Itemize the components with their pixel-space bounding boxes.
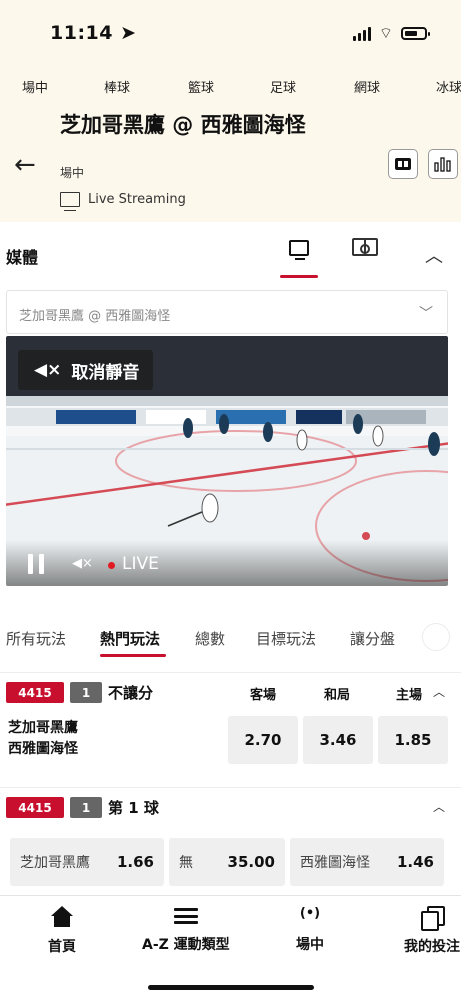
period-badge: 1 <box>70 682 102 703</box>
odds-button-away[interactable]: 2.70 <box>228 716 298 764</box>
sport-tab-live[interactable]: 場中 <box>22 77 48 96</box>
column-home: 主場 <box>396 688 423 703</box>
bet-type-tabs: 所有玩法 熱門玩法 總數 目標玩法 讓分盤 <box>0 620 461 664</box>
location-arrow-icon: ➤ <box>120 22 137 44</box>
option-label: 芝加哥黑鷹 <box>20 855 90 871</box>
home-indicator[interactable] <box>148 985 314 990</box>
sport-tab-hockey[interactable]: 冰球 <box>436 77 461 96</box>
home-icon <box>50 906 74 928</box>
live-dot-icon <box>108 562 115 569</box>
copy-icon <box>421 906 445 931</box>
nav-home[interactable]: 首頁 <box>48 906 76 956</box>
nav-my-bets-label: 我的投注 <box>404 939 460 955</box>
match-selector-value: 芝加哥黑鷹 @ 西雅圖海怪 <box>19 309 171 324</box>
sport-tab-baseball[interactable]: 棒球 <box>104 77 130 96</box>
chevron-up-icon[interactable]: ︿ <box>433 683 445 700</box>
period-badge: 1 <box>70 797 102 818</box>
market-header-moneyline[interactable]: 4415 1 不讓分 客場 和局 主場 ︿ <box>0 672 461 710</box>
menu-icon <box>173 906 198 926</box>
odds-button-seattle[interactable]: 西雅圖海怪 1.46 <box>290 838 444 886</box>
market-header-first-goal[interactable]: 4415 1 第 1 球 ︿ <box>0 787 461 825</box>
scoreboard-button[interactable] <box>388 149 418 179</box>
sport-tab-basketball[interactable]: 籃球 <box>188 77 214 96</box>
stats-button[interactable] <box>428 149 458 179</box>
column-away: 客場 <box>250 688 277 703</box>
home-team-name: 西雅圖海怪 <box>8 741 78 757</box>
option-label: 無 <box>179 855 193 871</box>
chevron-up-icon[interactable]: ︿ <box>425 242 443 268</box>
team-names: 芝加哥黑鷹 西雅圖海怪 <box>8 718 78 760</box>
muted-speaker-icon: ◀× <box>34 360 62 380</box>
media-section-header: 媒體 ︿ <box>0 222 461 288</box>
live-streaming-label: Live Streaming <box>88 192 186 207</box>
chevron-up-icon[interactable]: ︿ <box>433 798 445 815</box>
battery-icon <box>401 27 430 40</box>
status-time: 11:14 ➤ <box>50 22 137 44</box>
scoreboard-icon <box>395 158 411 170</box>
tv-icon <box>289 240 309 260</box>
market-body-first-goal: 芝加哥黑鷹 1.66 無 35.00 西雅圖海怪 1.46 <box>0 830 461 890</box>
tab-goals[interactable]: 目標玩法 <box>256 628 316 649</box>
tab-handicap[interactable]: 讓分盤 <box>350 628 395 649</box>
nav-az-sports[interactable]: A-Z 運動類型 <box>142 906 230 954</box>
volume-muted-icon[interactable]: ◀× <box>72 556 93 571</box>
market-id-badge: 4415 <box>6 797 64 818</box>
sport-tab-tennis[interactable]: 網球 <box>354 77 380 96</box>
odds-button-chicago[interactable]: 芝加哥黑鷹 1.66 <box>10 838 164 886</box>
match-selector[interactable]: 芝加哥黑鷹 @ 西雅圖海怪 ﹀ <box>6 290 448 334</box>
match-header: ← 芝加哥黑鷹 @ 西雅圖海怪 場中 Live Streaming <box>0 102 461 222</box>
chevron-down-icon: ﹀ <box>419 306 433 322</box>
nav-az-label: A-Z 運動類型 <box>142 937 230 953</box>
tabs-scroll-button[interactable] <box>422 623 450 651</box>
nav-home-label: 首頁 <box>48 939 76 955</box>
media-tab-video[interactable] <box>280 234 318 278</box>
option-odd: 1.66 <box>116 853 154 871</box>
bar-chart-icon <box>434 157 451 172</box>
video-player[interactable]: ◀× 取消靜音 ◀× LIVE <box>6 336 448 586</box>
status-icons: ⌔ <box>352 24 430 43</box>
away-team-name: 芝加哥黑鷹 <box>8 720 78 736</box>
market-name: 不讓分 <box>108 684 154 702</box>
media-label: 媒體 <box>6 248 39 267</box>
nav-my-bets[interactable]: 我的投注 <box>404 906 460 956</box>
active-tab-underline <box>100 654 166 657</box>
rink-icon[interactable] <box>352 238 378 256</box>
unmute-label: 取消靜音 <box>71 362 140 383</box>
match-title: 芝加哥黑鷹 @ 西雅圖海怪 <box>60 113 306 137</box>
tab-totals[interactable]: 總數 <box>195 628 225 649</box>
live-signal-icon: (•) <box>299 906 321 921</box>
nav-live-label: 場中 <box>296 937 324 953</box>
status-bar: 11:14 ➤ ⌔ <box>0 0 461 68</box>
nav-live[interactable]: (•) 場中 <box>296 906 324 954</box>
match-status: 場中 <box>60 166 85 180</box>
tab-popular[interactable]: 熱門玩法 <box>100 628 160 649</box>
option-odd: 1.46 <box>396 853 434 871</box>
monitor-icon <box>60 192 80 211</box>
market-body-moneyline: 芝加哥黑鷹 西雅圖海怪 2.70 3.46 1.85 <box>0 710 461 780</box>
market-id-badge: 4415 <box>6 682 64 703</box>
tab-all-markets[interactable]: 所有玩法 <box>6 628 66 649</box>
market-name: 第 1 球 <box>108 799 159 817</box>
option-odd: 35.00 <box>227 853 275 871</box>
cellular-signal-icon <box>352 26 371 41</box>
option-label: 西雅圖海怪 <box>300 855 370 871</box>
odds-button-home[interactable]: 1.85 <box>378 716 448 764</box>
sports-nav: 場中 棒球 籃球 足球 網球 冰球 <box>0 68 461 102</box>
odds-button-draw[interactable]: 3.46 <box>303 716 373 764</box>
video-controls: ◀× LIVE <box>6 540 448 586</box>
odds-button-none[interactable]: 無 35.00 <box>169 838 285 886</box>
sport-tab-soccer[interactable]: 足球 <box>270 77 296 96</box>
column-draw: 和局 <box>324 688 351 703</box>
back-arrow-icon[interactable]: ← <box>14 150 36 180</box>
unmute-button[interactable]: ◀× 取消靜音 <box>18 350 154 390</box>
wifi-icon: ⌔ <box>378 24 393 42</box>
live-label: LIVE <box>122 554 159 574</box>
pause-icon[interactable] <box>28 554 44 574</box>
live-streaming-indicator: Live Streaming <box>60 192 186 211</box>
active-tab-underline <box>280 275 318 278</box>
